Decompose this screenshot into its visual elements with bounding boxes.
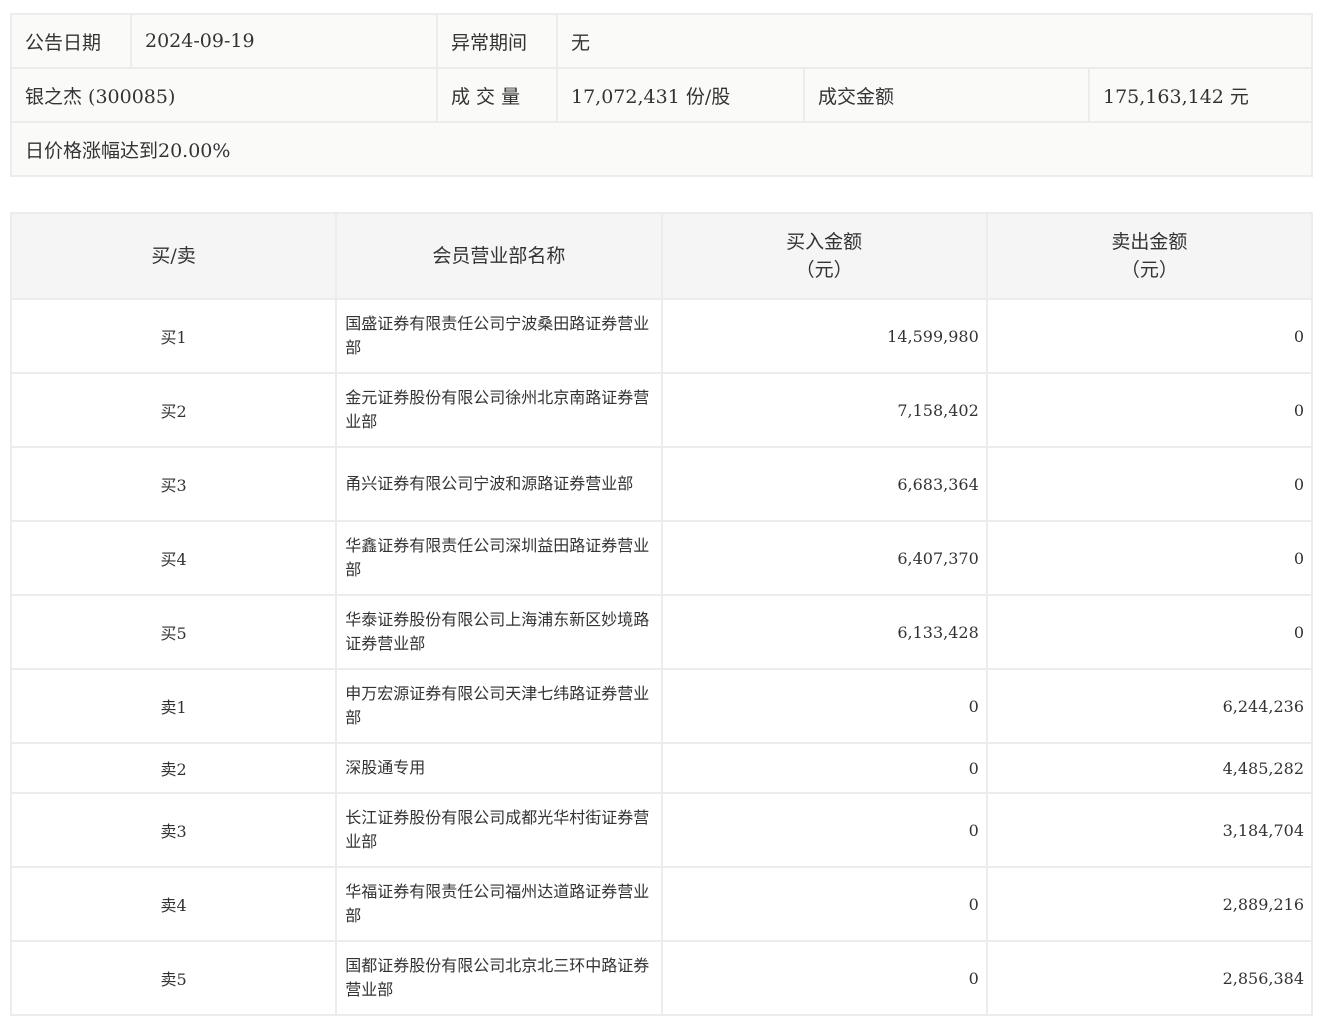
table-row: 买3 甬兴证券有限公司宁波和源路证券营业部 6,683,364 0 [9, 446, 1314, 522]
table-row: 卖1 申万宏源证券有限公司天津七纬路证券营业部 0 6,244,236 [9, 668, 1314, 744]
cell-side: 卖1 [9, 668, 338, 744]
cell-side: 买4 [9, 520, 338, 596]
cell-name: 金元证券股份有限公司徐州北京南路证券营业部 [335, 372, 663, 448]
cell-sell: 0 [985, 594, 1314, 670]
cell-name: 国盛证券有限责任公司宁波桑田路证券营业部 [335, 298, 663, 374]
cell-side: 卖2 [9, 742, 338, 794]
table-header: 买/卖 会员营业部名称 买入金额 （元） 卖出金额 （元） [9, 212, 1314, 300]
header-name: 会员营业部名称 [335, 212, 663, 300]
cell-buy: 0 [660, 742, 988, 794]
cell-side: 卖3 [9, 792, 338, 868]
cell-name: 国都证券股份有限公司北京北三环中路证券营业部 [335, 940, 663, 1016]
cell-buy: 6,683,364 [660, 446, 988, 522]
date-label: 公告日期 [10, 13, 132, 69]
cell-sell: 0 [985, 372, 1314, 448]
cell-sell: 2,856,384 [985, 940, 1314, 1016]
cell-sell: 6,244,236 [985, 668, 1314, 744]
table-row: 卖4 华福证券有限责任公司福州达道路证券营业部 0 2,889,216 [9, 866, 1314, 942]
volume-value: 17,072,431 份/股 [556, 67, 805, 123]
cell-buy: 0 [660, 866, 988, 942]
date-value: 2024-09-19 [130, 13, 438, 69]
cell-sell: 3,184,704 [985, 792, 1314, 868]
cell-sell: 0 [985, 446, 1314, 522]
cell-buy: 0 [660, 940, 988, 1016]
table-row: 卖5 国都证券股份有限公司北京北三环中路证券营业部 0 2,856,384 [9, 940, 1314, 1016]
amount-label: 成交金额 [803, 67, 1090, 123]
header-sell-unit: （元） [1120, 259, 1178, 281]
abnormal-value: 无 [556, 13, 1313, 69]
cell-name: 深股通专用 [335, 742, 663, 794]
header-sell-label: 卖出金额 [1111, 231, 1188, 253]
cell-side: 卖4 [9, 866, 338, 942]
amount-value: 175,163,142 元 [1088, 67, 1313, 123]
header-sell: 卖出金额 （元） [985, 212, 1314, 300]
cell-side: 卖5 [9, 940, 338, 1016]
cell-sell: 0 [985, 298, 1314, 374]
cell-buy: 6,407,370 [660, 520, 988, 596]
header-buy-label: 买入金额 [786, 231, 863, 253]
cell-side: 买3 [9, 446, 338, 522]
cell-side: 买5 [9, 594, 338, 670]
table-row: 买4 华鑫证券有限责任公司深圳益田路证券营业部 6,407,370 0 [9, 520, 1314, 596]
info-row-reason: 日价格涨幅达到20.00% [10, 121, 1313, 177]
cell-name: 长江证券股份有限公司成都光华村街证券营业部 [335, 792, 663, 868]
table-row: 卖3 长江证券股份有限公司成都光华村街证券营业部 0 3,184,704 [9, 792, 1314, 868]
stock-name: 银之杰 (300085) [10, 67, 438, 123]
cell-sell: 0 [985, 520, 1314, 596]
table-row: 卖2 深股通专用 0 4,485,282 [9, 742, 1314, 794]
reason: 日价格涨幅达到20.00% [10, 121, 1313, 177]
cell-buy: 0 [660, 668, 988, 744]
cell-buy: 14,599,980 [660, 298, 988, 374]
announcement-info-table: 公告日期 2024-09-19 异常期间 无 银之杰 (300085) 成 交 … [10, 13, 1313, 177]
cell-side: 买2 [9, 372, 338, 448]
header-buy: 买入金额 （元） [660, 212, 988, 300]
abnormal-label: 异常期间 [436, 13, 558, 69]
cell-name: 华福证券有限责任公司福州达道路证券营业部 [335, 866, 663, 942]
table-row: 买5 华泰证券股份有限公司上海浦东新区妙境路证券营业部 6,133,428 0 [9, 594, 1314, 670]
cell-name: 华泰证券股份有限公司上海浦东新区妙境路证券营业部 [335, 594, 663, 670]
table-row: 买2 金元证券股份有限公司徐州北京南路证券营业部 7,158,402 0 [9, 372, 1314, 448]
cell-name: 申万宏源证券有限公司天津七纬路证券营业部 [335, 668, 663, 744]
table-row: 买1 国盛证券有限责任公司宁波桑田路证券营业部 14,599,980 0 [9, 298, 1314, 374]
header-buy-unit: （元） [795, 259, 853, 281]
cell-buy: 6,133,428 [660, 594, 988, 670]
info-row-date: 公告日期 2024-09-19 异常期间 无 [10, 13, 1313, 69]
cell-name: 甬兴证券有限公司宁波和源路证券营业部 [335, 446, 663, 522]
cell-side: 买1 [9, 298, 338, 374]
cell-sell: 4,485,282 [985, 742, 1314, 794]
info-row-stock: 银之杰 (300085) 成 交 量 17,072,431 份/股 成交金额 1… [10, 67, 1313, 123]
volume-label: 成 交 量 [436, 67, 558, 123]
cell-buy: 0 [660, 792, 988, 868]
cell-buy: 7,158,402 [660, 372, 988, 448]
header-side: 买/卖 [9, 212, 338, 300]
trading-seats-table: 买/卖 会员营业部名称 买入金额 （元） 卖出金额 （元） 买1 国盛证券有限责任公司… [9, 212, 1314, 1016]
cell-sell: 2,889,216 [985, 866, 1314, 942]
cell-name: 华鑫证券有限责任公司深圳益田路证券营业部 [335, 520, 663, 596]
